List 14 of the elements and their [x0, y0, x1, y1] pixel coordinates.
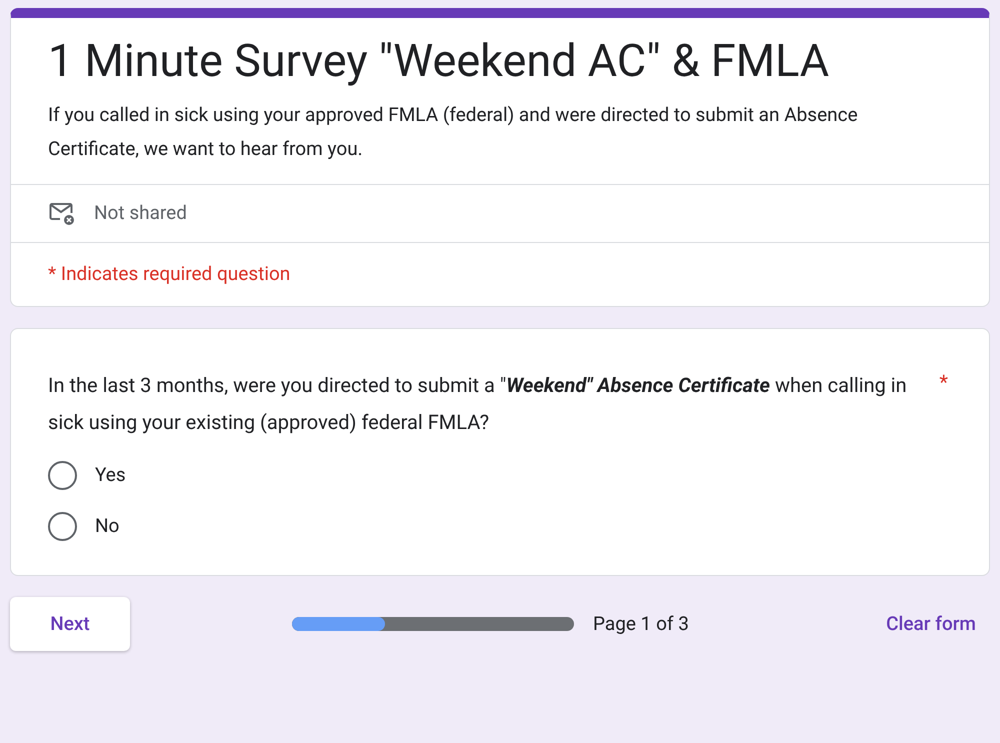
question-text: In the last 3 months, were you directed to submit a "Weekend" Absence Certificate when calling in sick using your existing (approved) federal FMLA?: [48, 372, 908, 436]
option-label: Yes: [95, 462, 126, 488]
page-indicator: Page 1 of 3: [593, 610, 689, 637]
clear-form-link[interactable]: Clear form: [886, 610, 976, 638]
next-button[interactable]: Next: [10, 597, 130, 651]
radio-button[interactable]: [48, 461, 77, 490]
required-note: * Indicates required question: [48, 261, 290, 288]
option-label: No: [95, 513, 120, 540]
email-status: Not shared: [94, 200, 187, 226]
form-description: If you called in sick using your approved FMLA (federal) and were directed to submit an Absence Certificate, we want to hear from you.: [48, 102, 859, 162]
radio-button[interactable]: [48, 512, 77, 541]
required-mark: *: [939, 369, 948, 396]
form-title: 1 Minute Survey "Weekend AC" & FMLA: [48, 33, 830, 89]
mail-blocked-icon: [48, 200, 76, 226]
